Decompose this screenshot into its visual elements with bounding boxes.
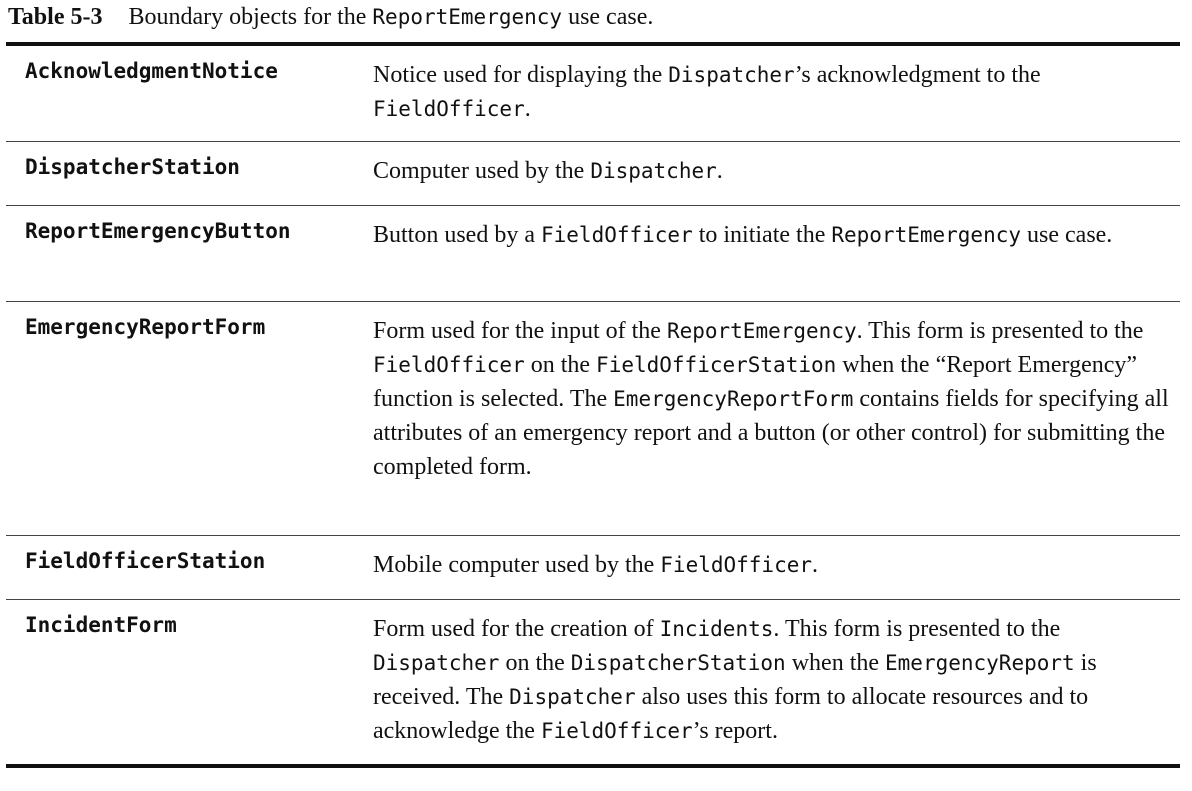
description-text: . [716, 158, 723, 184]
table-bottom-rule [6, 764, 1180, 768]
code-term: Dispatcher [509, 685, 636, 709]
code-term: FieldOfficer [540, 719, 693, 743]
description-text: on the [499, 650, 571, 676]
object-name: DispatcherStation [25, 155, 240, 179]
description-text: ’s report. [692, 718, 778, 744]
object-description: Computer used by the Dispatcher. [373, 154, 1173, 188]
code-term: Incidents [659, 617, 774, 641]
description-text: on the [524, 352, 597, 378]
description-text: Button used by a [373, 222, 541, 248]
description-text: Mobile computer used by the [373, 552, 661, 578]
code-term: EmergencyReportForm [613, 387, 854, 411]
table-caption: Table 5-3 Boundary objects for the Report… [8, 2, 653, 32]
object-name: EmergencyReportForm [25, 315, 266, 339]
code-term: DispatcherStation [570, 651, 786, 675]
table-number: Table 5-3 [8, 4, 103, 30]
object-name: AcknowledgmentNotice [25, 59, 278, 83]
table-row: IncidentForm Form used for the creation … [6, 600, 1180, 764]
code-term: FieldOfficerStation [596, 353, 837, 377]
object-description: Button used by a FieldOfficer to initiat… [373, 218, 1173, 252]
caption-text-after: use case. [562, 4, 654, 30]
code-term: FieldOfficer [373, 353, 525, 377]
object-name: ReportEmergencyButton [25, 219, 291, 243]
object-name: IncidentForm [25, 613, 177, 637]
object-description: Notice used for displaying the Dispatche… [373, 58, 1173, 126]
description-text: . This form is presented to the [856, 318, 1144, 344]
object-description: Form used for the creation of Incidents.… [373, 612, 1173, 748]
table-row: ReportEmergencyButton Button used by a F… [6, 206, 1180, 302]
code-term: FieldOfficer [660, 553, 812, 577]
description-text: use case. [1021, 222, 1113, 248]
code-term: Dispatcher [668, 63, 795, 87]
table-row: FieldOfficerStation Mobile computer used… [6, 536, 1180, 600]
caption-code: ReportEmergency [372, 5, 563, 29]
description-text: to initiate the [692, 222, 832, 248]
object-description: Form used for the input of the ReportEme… [373, 314, 1173, 484]
code-term: ReportEmergency [831, 223, 1022, 247]
code-term: ReportEmergency [666, 319, 857, 343]
object-name: FieldOfficerStation [25, 549, 266, 573]
object-description: Mobile computer used by the FieldOfficer… [373, 548, 1173, 582]
description-text: Computer used by the [373, 158, 591, 184]
description-text: Notice used for displaying the [373, 62, 669, 88]
description-text: ’s acknowledgment to the [794, 62, 1041, 88]
code-term: EmergencyReport [885, 651, 1075, 675]
description-text: . [812, 552, 818, 578]
table-row: EmergencyReportForm Form used for the in… [6, 302, 1180, 536]
caption-text-before: Boundary objects for the [128, 4, 373, 30]
description-text: Form used for the creation of [373, 616, 660, 642]
description-text: . This form is presented to the [773, 616, 1061, 642]
code-term: Dispatcher [373, 651, 500, 675]
code-term: Dispatcher [590, 159, 717, 183]
description-text: when the [785, 650, 886, 676]
table-row: AcknowledgmentNotice Notice used for dis… [6, 46, 1180, 142]
description-text: . [524, 96, 531, 122]
description-text: Form used for the input of the [373, 318, 667, 344]
code-term: FieldOfficer [373, 97, 525, 121]
code-term: FieldOfficer [541, 223, 693, 247]
table-row: DispatcherStation Computer used by the D… [6, 142, 1180, 206]
